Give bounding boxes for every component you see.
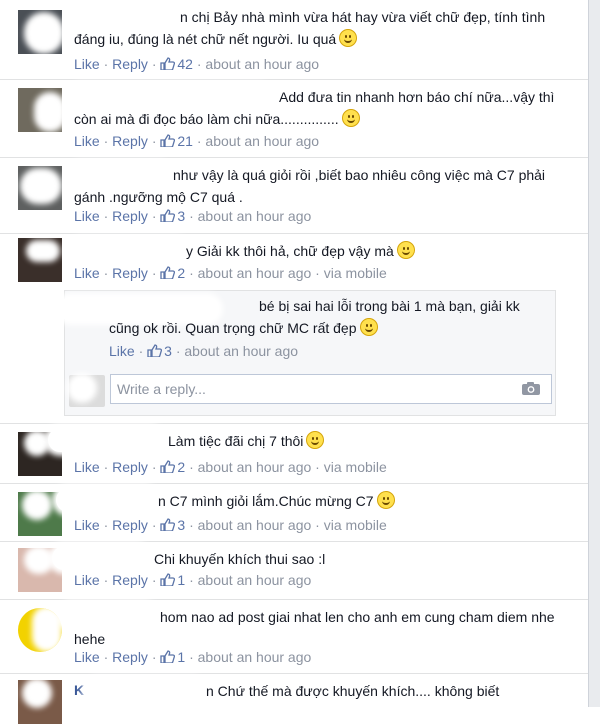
avatar[interactable] bbox=[18, 608, 62, 652]
comment-thread: n chị Bảy nhà mình vừa hát hay vừa viết … bbox=[0, 0, 588, 724]
thumbs-up-icon[interactable] bbox=[160, 134, 176, 147]
like-count[interactable]: 3 bbox=[164, 343, 172, 359]
comment-body: như vậy là quá giỏi rồi ,biết bao nhiêu … bbox=[74, 167, 546, 205]
comment-text: Chi khuyến khích thui sao :l bbox=[74, 548, 568, 570]
like-link[interactable]: Like bbox=[74, 56, 100, 72]
comment-text: Làm tiệc đãi chị 7 thôi bbox=[74, 430, 568, 452]
reply-link[interactable]: Reply bbox=[112, 649, 148, 665]
like-link[interactable]: Like bbox=[74, 517, 100, 533]
thumbs-up-icon[interactable] bbox=[160, 266, 176, 279]
comment-time[interactable]: about an hour ago bbox=[198, 208, 312, 224]
camera-icon[interactable] bbox=[521, 381, 541, 396]
comment-text: như vậy là quá giỏi rồi ,biết bao nhiêu … bbox=[74, 164, 568, 208]
thumbs-up-icon[interactable] bbox=[160, 573, 176, 586]
comment: K n Chứ thế mà được khuyến khích.... khô… bbox=[0, 674, 588, 724]
avatar[interactable] bbox=[18, 88, 62, 132]
comment-actions: Like · Reply · 3 · about an hour ago · v… bbox=[74, 517, 387, 533]
comment-text: n C7 mình giỏi lắm.Chúc mừng C7 bbox=[74, 490, 568, 512]
comment-time[interactable]: about an hour ago bbox=[205, 56, 319, 72]
comment-body: n Chứ thế mà được khuyến khích.... không… bbox=[206, 683, 500, 699]
comment-time[interactable]: about an hour ago bbox=[198, 265, 312, 281]
thumbs-up-icon[interactable] bbox=[147, 344, 163, 357]
thumbs-up-icon[interactable] bbox=[160, 209, 176, 222]
comment-time[interactable]: about an hour ago bbox=[198, 572, 312, 588]
comment: Add đưa tin nhanh hơn báo chí nữa...vậy … bbox=[0, 80, 588, 158]
thumbs-up-icon[interactable] bbox=[160, 460, 176, 473]
comment-actions: Like · Reply · 2 · about an hour ago · v… bbox=[74, 265, 387, 281]
comment-body: Chi khuyến khích thui sao :l bbox=[154, 551, 326, 567]
reply-link[interactable]: Reply bbox=[112, 265, 148, 281]
comment-actions: Like · Reply · 1 · about an hour ago bbox=[74, 649, 312, 665]
like-count[interactable]: 21 bbox=[177, 133, 193, 149]
comment-body: y Giải kk thôi hả, chữ đẹp vậy mà bbox=[186, 243, 394, 259]
reply-placeholder: Write a reply... bbox=[117, 381, 206, 397]
smile-emoji-icon bbox=[376, 491, 395, 509]
comment-text: n Chứ thế mà được khuyến khích.... không… bbox=[74, 680, 568, 702]
scrollbar[interactable] bbox=[588, 0, 600, 707]
comment: Làm tiệc đãi chị 7 thôi Like · Reply · 2… bbox=[0, 424, 588, 484]
comment-body: n chị Bảy nhà mình vừa hát hay vừa viết … bbox=[74, 9, 546, 47]
comment-actions: Like · Reply · 3 · about an hour ago bbox=[74, 208, 312, 224]
comment-time[interactable]: about an hour ago bbox=[198, 517, 312, 533]
comment-actions: Like · Reply · 2 · about an hour ago · v… bbox=[74, 459, 387, 475]
reply-text: bé bị sai hai lỗi trong bài 1 mà bạn, gi… bbox=[109, 295, 545, 339]
like-link[interactable]: Like bbox=[74, 459, 100, 475]
thumbs-up-icon[interactable] bbox=[160, 518, 176, 531]
comment-time[interactable]: about an hour ago bbox=[198, 649, 312, 665]
via-mobile: via mobile bbox=[323, 265, 387, 281]
avatar bbox=[67, 373, 105, 407]
comment-time[interactable]: about an hour ago bbox=[205, 133, 319, 149]
comment-text: hom nao ad post giai nhat len cho anh em… bbox=[74, 606, 568, 650]
smile-emoji-icon bbox=[306, 431, 325, 449]
like-link[interactable]: Like bbox=[74, 133, 100, 149]
comment: hom nao ad post giai nhat len cho anh em… bbox=[0, 600, 588, 674]
like-link[interactable]: Like bbox=[74, 208, 100, 224]
comment: n chị Bảy nhà mình vừa hát hay vừa viết … bbox=[0, 0, 588, 80]
reply-link[interactable]: Reply bbox=[112, 56, 148, 72]
reply-link[interactable]: Reply bbox=[112, 208, 148, 224]
comment: như vậy là quá giỏi rồi ,biết bao nhiêu … bbox=[0, 158, 588, 234]
avatar[interactable] bbox=[18, 238, 62, 282]
comment: Chi khuyến khích thui sao :l Like · Repl… bbox=[0, 542, 588, 600]
avatar[interactable] bbox=[18, 10, 62, 54]
reply-link[interactable]: Reply bbox=[112, 459, 148, 475]
comment-body: n C7 mình giỏi lắm.Chúc mừng C7 bbox=[158, 493, 374, 509]
comment-body: hom nao ad post giai nhat len cho anh em… bbox=[74, 609, 555, 647]
comment-text: y Giải kk thôi hả, chữ đẹp vậy mà bbox=[74, 240, 568, 262]
like-link[interactable]: Like bbox=[74, 649, 100, 665]
comment-actions: Like · Reply · 1 · about an hour ago bbox=[74, 572, 312, 588]
via-mobile: via mobile bbox=[323, 517, 387, 533]
reply-link[interactable]: Reply bbox=[112, 133, 148, 149]
comment-body: Add đưa tin nhanh hơn báo chí nữa...vậy … bbox=[74, 89, 555, 127]
reply-input[interactable]: Write a reply... bbox=[110, 374, 552, 404]
avatar[interactable] bbox=[18, 680, 62, 724]
comment: n C7 mình giỏi lắm.Chúc mừng C7 Like · R… bbox=[0, 484, 588, 542]
reply-actions: Like · 3 · about an hour ago bbox=[109, 343, 299, 359]
reply-body: bé bị sai hai lỗi trong bài 1 mà bạn, gi… bbox=[109, 298, 520, 336]
pacman-emoji-icon bbox=[341, 109, 360, 127]
comment-body: Làm tiệc đãi chị 7 thôi bbox=[168, 433, 304, 449]
reply-link[interactable]: Reply bbox=[112, 572, 148, 588]
comment-actions: Like · Reply · 21 · about an hour ago bbox=[74, 133, 320, 149]
comment-time[interactable]: about an hour ago bbox=[198, 459, 312, 475]
comment-actions: Like · Reply · 42 · about an hour ago bbox=[74, 56, 320, 72]
smile-emoji-icon bbox=[359, 318, 378, 336]
like-link[interactable]: Like bbox=[74, 572, 100, 588]
via-mobile: via mobile bbox=[323, 459, 387, 475]
reply-time[interactable]: about an hour ago bbox=[184, 343, 298, 359]
reply-link[interactable]: Reply bbox=[112, 517, 148, 533]
smile-emoji-icon bbox=[339, 29, 358, 47]
avatar[interactable] bbox=[18, 166, 62, 210]
like-link[interactable]: Like bbox=[109, 343, 135, 359]
comment-text: Add đưa tin nhanh hơn báo chí nữa...vậy … bbox=[74, 86, 568, 130]
like-link[interactable]: Like bbox=[74, 265, 100, 281]
thumbs-up-icon[interactable] bbox=[160, 57, 176, 70]
worried-emoji-icon bbox=[396, 241, 415, 259]
thumbs-up-icon[interactable] bbox=[160, 650, 176, 663]
like-count[interactable]: 42 bbox=[177, 56, 193, 72]
comment-text: n chị Bảy nhà mình vừa hát hay vừa viết … bbox=[74, 6, 568, 50]
